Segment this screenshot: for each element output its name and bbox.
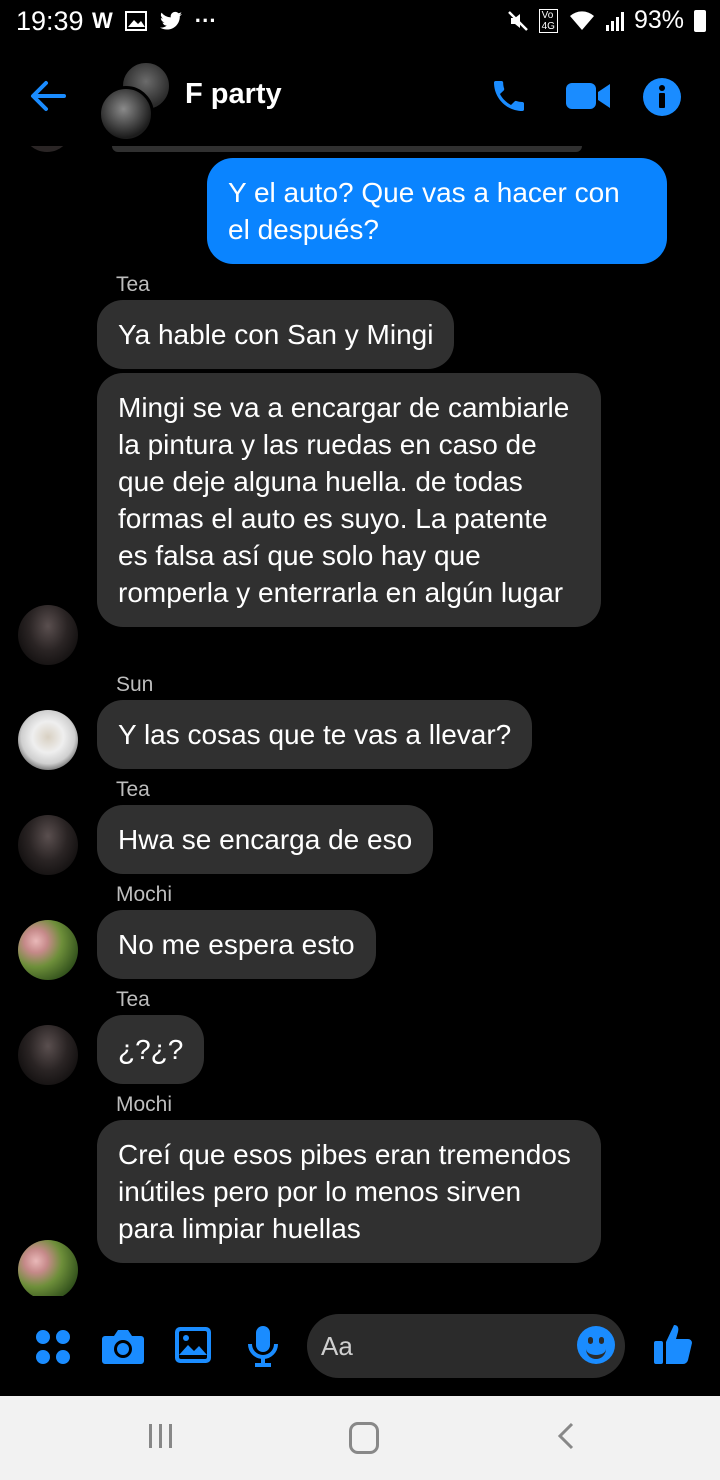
phone-icon[interactable] xyxy=(489,76,529,116)
mute-icon xyxy=(507,10,528,31)
avatar[interactable] xyxy=(18,605,78,665)
system-navigation-bar xyxy=(0,1396,720,1480)
group-avatar-member-2 xyxy=(98,86,154,142)
chat-header: F party xyxy=(0,50,720,146)
network-type: 4G xyxy=(541,20,555,32)
avatar[interactable] xyxy=(18,1240,78,1296)
whatsapp-icon: W xyxy=(92,8,113,33)
message-bubble[interactable]: Y las cosas que te vas a llevar? xyxy=(97,700,533,769)
message-bubble[interactable]: Creí que esos pibes eran tremendos inúti… xyxy=(97,1120,601,1263)
back-arrow-icon[interactable] xyxy=(28,76,68,116)
message-input[interactable]: Aa xyxy=(307,1314,625,1378)
avatar[interactable] xyxy=(18,815,78,875)
video-icon[interactable] xyxy=(565,80,611,112)
home-icon[interactable] xyxy=(349,1422,379,1454)
sender-name: Sun xyxy=(116,673,154,696)
sender-name: Tea xyxy=(116,778,150,801)
group-avatar[interactable] xyxy=(98,60,172,142)
message-bubble-partial xyxy=(112,146,582,152)
volte-label: Vo xyxy=(541,9,554,21)
message-bubble[interactable]: Ya hable con San y Mingi xyxy=(97,300,455,369)
message-composer: Aa xyxy=(0,1306,720,1392)
gallery-icon xyxy=(124,11,147,31)
message-bubble[interactable]: ¿?¿? xyxy=(97,1015,205,1084)
message-bubble[interactable]: Mingi se va a encargar de cambiarle la p… xyxy=(97,373,601,627)
message-input-placeholder: Aa xyxy=(321,1331,353,1361)
like-icon[interactable] xyxy=(653,1322,693,1366)
info-icon[interactable] xyxy=(642,77,682,117)
notification-icons: W ··· xyxy=(92,8,217,34)
recent-apps-icon[interactable] xyxy=(149,1424,172,1448)
image-icon[interactable] xyxy=(174,1326,212,1364)
avatar-partial xyxy=(22,146,72,152)
system-status: Vo 4G 93% xyxy=(507,6,706,35)
sender-name: Mochi xyxy=(116,1093,173,1116)
wifi-icon xyxy=(569,10,594,30)
back-nav-icon[interactable] xyxy=(556,1422,576,1450)
signal-icon xyxy=(605,11,624,31)
avatar[interactable] xyxy=(18,710,78,770)
twitter-icon xyxy=(159,11,182,30)
message-bubble[interactable]: No me espera esto xyxy=(97,910,376,979)
status-bar: 19:39 W ··· Vo 4G 93% xyxy=(0,0,720,44)
volte-4g-icon: Vo 4G xyxy=(538,8,558,33)
message-bubble-outgoing[interactable]: Y el auto? Que vas a hacer con el despué… xyxy=(207,158,667,264)
sender-name: Tea xyxy=(116,988,150,1011)
battery-icon xyxy=(694,9,706,32)
more-dots-icon: ··· xyxy=(194,8,217,33)
status-time: 19:39 xyxy=(16,6,84,36)
avatar[interactable] xyxy=(18,920,78,980)
sender-name: Mochi xyxy=(116,883,173,906)
sender-name: Tea xyxy=(116,273,150,296)
message-bubble[interactable]: Hwa se encarga de eso xyxy=(97,805,434,874)
chat-title[interactable]: F party xyxy=(185,78,282,111)
microphone-icon[interactable] xyxy=(246,1324,280,1368)
message-list[interactable]: Y el auto? Que vas a hacer con el despué… xyxy=(0,146,720,1296)
camera-icon[interactable] xyxy=(101,1328,145,1366)
avatar[interactable] xyxy=(18,1025,78,1085)
apps-icon[interactable] xyxy=(34,1328,72,1366)
emoji-icon[interactable] xyxy=(577,1326,615,1364)
battery-percent: 93% xyxy=(633,6,684,34)
